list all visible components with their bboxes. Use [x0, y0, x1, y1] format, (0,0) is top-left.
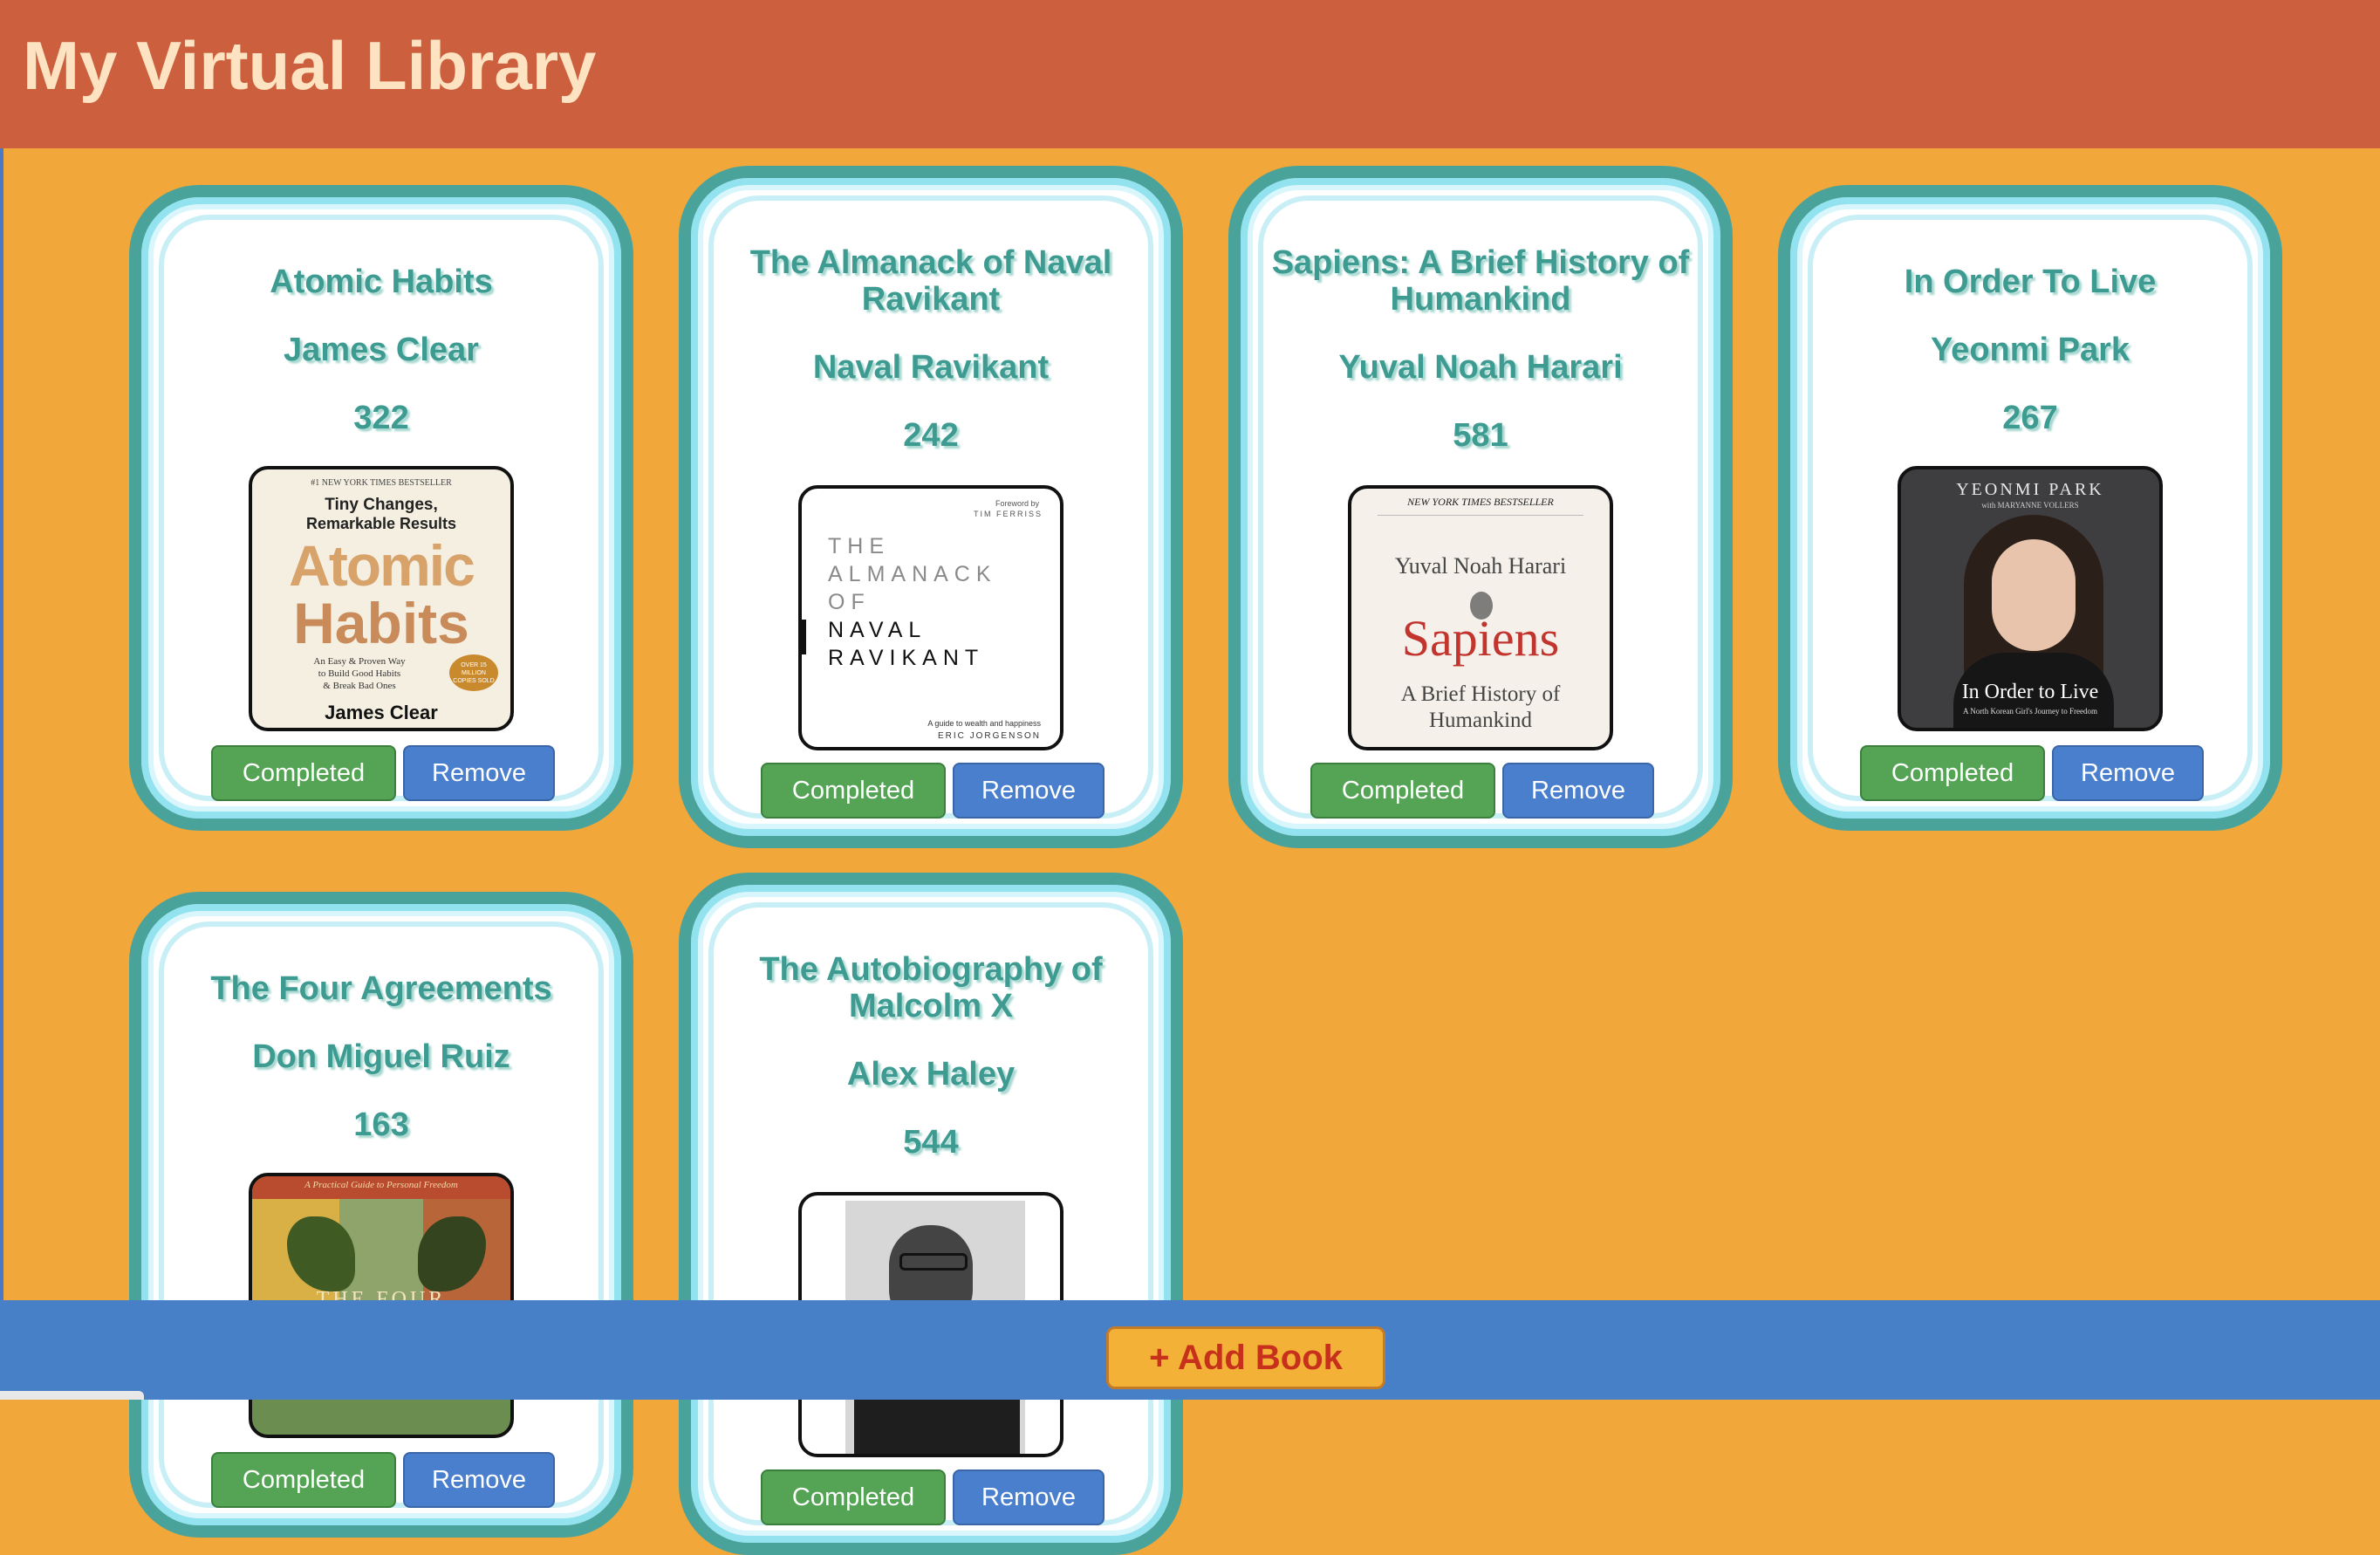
page-title: My Virtual Library — [23, 27, 597, 104]
sales-badge: OVER 15 MILLION COPIES SOLD — [449, 654, 498, 691]
book-cover-image: NEW YORK TIMES BESTSELLER Yuval Noah Har… — [1348, 485, 1613, 750]
book-author: Yuval Noah Harari — [1338, 349, 1623, 386]
completed-button[interactable]: Completed — [1310, 763, 1495, 819]
book-pages: 581 — [1453, 417, 1508, 454]
book-card: The Four Agreements Don Miguel Ruiz 163 … — [129, 892, 633, 1538]
book-card: Atomic Habits James Clear 322 #1 NEW YOR… — [129, 185, 633, 831]
completed-button[interactable]: Completed — [1860, 745, 2045, 801]
completed-button[interactable]: Completed — [211, 745, 396, 801]
completed-button[interactable]: Completed — [211, 1452, 396, 1508]
book-card: In Order To Live Yeonmi Park 267 YEONMI … — [1778, 185, 2282, 831]
horizontal-scrollbar[interactable] — [0, 1391, 144, 1400]
book-author: James Clear — [284, 332, 479, 368]
left-edge-strip — [0, 148, 3, 1300]
book-title: The Autobiography of Malcolm X — [759, 951, 1103, 1024]
remove-button[interactable]: Remove — [953, 1469, 1105, 1525]
book-author: Naval Ravikant — [812, 349, 1050, 386]
book-pages: 242 — [903, 417, 959, 454]
book-title: The Four Agreements — [210, 970, 552, 1007]
book-pages: 322 — [353, 400, 409, 436]
book-author: Yeonmi Park — [1930, 332, 2130, 368]
book-pages: 163 — [353, 1106, 409, 1143]
book-author: Don Miguel Ruiz — [252, 1038, 510, 1075]
completed-button[interactable]: Completed — [761, 1469, 946, 1525]
book-author: Alex Haley — [846, 1056, 1016, 1093]
book-title: Atomic Habits — [270, 264, 493, 300]
book-title: Sapiens: A Brief History of Humankind — [1271, 244, 1690, 318]
book-cover-image: YEONMI PARK with MARYANNE VOLLERS In Ord… — [1898, 466, 2163, 731]
book-title: The Almanack of Naval Ravikant — [749, 244, 1112, 318]
remove-button[interactable]: Remove — [953, 763, 1105, 819]
completed-button[interactable]: Completed — [761, 763, 946, 819]
book-card: The Autobiography of Malcolm X Alex Hale… — [679, 873, 1183, 1555]
book-pages: 267 — [2002, 400, 2058, 436]
remove-button[interactable]: Remove — [2052, 745, 2204, 801]
book-cover-image: Foreword by TIM FERRISS THE ALMANACK OF … — [798, 485, 1063, 750]
book-title: In Order To Live — [1904, 264, 2157, 300]
remove-button[interactable]: Remove — [1502, 763, 1654, 819]
book-cover-image: #1 NEW YORK TIMES BESTSELLER Tiny Change… — [249, 466, 514, 731]
add-book-button[interactable]: + Add Book — [1106, 1326, 1385, 1389]
app-header: My Virtual Library — [0, 0, 2380, 148]
book-pages: 544 — [903, 1124, 959, 1161]
remove-button[interactable]: Remove — [403, 1452, 555, 1508]
remove-button[interactable]: Remove — [403, 745, 555, 801]
book-card: Sapiens: A Brief History of Humankind Yu… — [1228, 166, 1733, 848]
book-card: The Almanack of Naval Ravikant Naval Rav… — [679, 166, 1183, 848]
